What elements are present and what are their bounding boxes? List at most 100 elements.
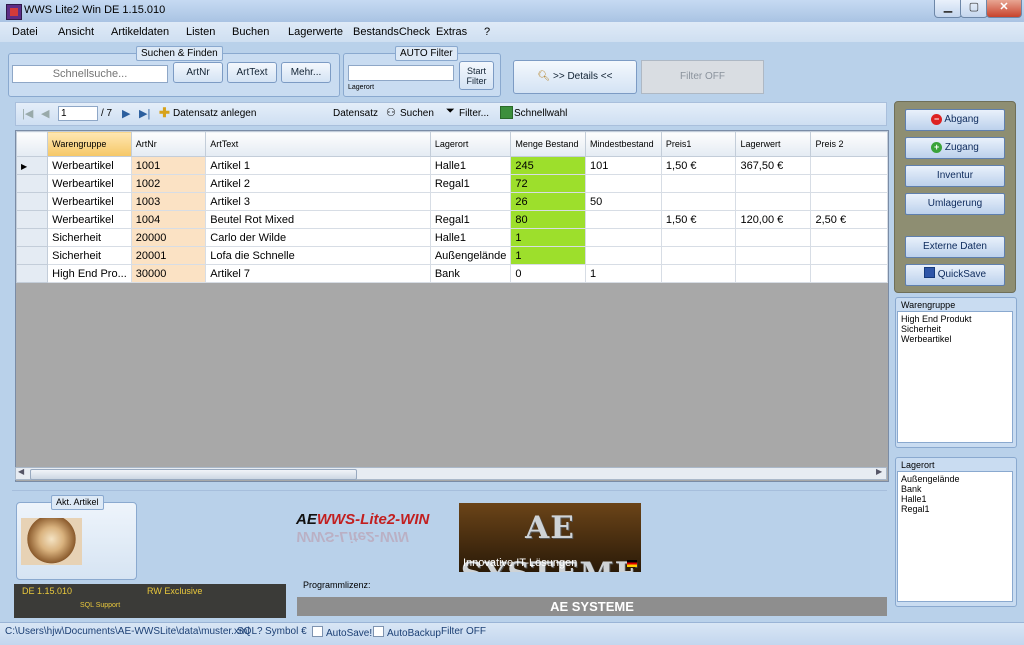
- grid-corner[interactable]: [15, 131, 49, 157]
- col-header-preis2[interactable]: Preis 2: [810, 131, 888, 157]
- quicksave-button[interactable]: QuickSave: [905, 264, 1005, 286]
- search-more-button[interactable]: Mehr...: [281, 62, 331, 83]
- table-cell[interactable]: [735, 174, 812, 193]
- table-cell[interactable]: 1004: [130, 210, 207, 229]
- filter-record-button[interactable]: Filter...: [459, 108, 489, 119]
- table-cell[interactable]: [735, 246, 812, 265]
- search-arttext-button[interactable]: ArtText: [227, 62, 277, 83]
- table-row[interactable]: Werbeartikel 1002 Artikel 2 Regal1 72: [15, 174, 888, 193]
- table-cell[interactable]: 20001: [130, 246, 207, 265]
- row-header[interactable]: [15, 264, 49, 283]
- table-cell[interactable]: 120,00 €: [735, 210, 812, 229]
- table-cell[interactable]: Werbeartikel: [47, 174, 132, 193]
- table-cell[interactable]: Bank: [429, 264, 512, 283]
- col-header-artnr[interactable]: ArtNr: [130, 131, 207, 157]
- row-header[interactable]: [15, 210, 49, 229]
- table-cell[interactable]: [585, 228, 662, 247]
- add-record-button[interactable]: Datensatz anlegen: [173, 108, 256, 119]
- table-cell[interactable]: Sicherheit: [47, 246, 132, 265]
- col-header-preis1[interactable]: Preis1: [660, 131, 737, 157]
- table-cell[interactable]: [810, 264, 888, 283]
- last-record-icon[interactable]: ▶|: [139, 107, 150, 120]
- next-record-icon[interactable]: ▶: [122, 107, 130, 120]
- table-cell[interactable]: 2,50 €: [810, 210, 888, 229]
- table-row[interactable]: ▶ Werbeartikel 1001 Artikel 1 Halle1 245 101 1,…: [15, 156, 888, 175]
- row-header[interactable]: [15, 192, 49, 211]
- record-position-input[interactable]: [58, 106, 98, 121]
- quick-search-input[interactable]: [12, 65, 168, 83]
- row-header[interactable]: [15, 174, 49, 193]
- table-cell[interactable]: Artikel 3: [205, 192, 431, 211]
- table-cell[interactable]: High End Pro...: [47, 264, 132, 283]
- table-cell[interactable]: Halle1: [429, 156, 512, 175]
- externe-daten-button[interactable]: Externe Daten: [905, 236, 1005, 258]
- table-cell[interactable]: 20000: [130, 228, 207, 247]
- table-cell[interactable]: 1,50 €: [660, 156, 737, 175]
- table-cell[interactable]: [585, 210, 662, 229]
- table-cell[interactable]: [660, 264, 737, 283]
- table-cell[interactable]: [735, 228, 812, 247]
- prev-record-icon[interactable]: ◀: [41, 107, 49, 120]
- list-item[interactable]: Außengelände: [901, 474, 1009, 484]
- table-cell[interactable]: Regal1: [429, 210, 512, 229]
- menu-ansicht[interactable]: Ansicht: [58, 26, 94, 38]
- list-item[interactable]: High End Produkt: [901, 314, 1009, 324]
- table-cell[interactable]: [660, 174, 737, 193]
- col-header-lagerwert[interactable]: Lagerwert: [735, 131, 812, 157]
- first-record-icon[interactable]: |◀: [22, 107, 33, 120]
- list-item[interactable]: Werbeartikel: [901, 334, 1009, 344]
- abgang-button[interactable]: − Abgang: [905, 109, 1005, 131]
- scrollbar-thumb[interactable]: [30, 469, 357, 480]
- table-cell[interactable]: 1001: [130, 156, 207, 175]
- table-cell[interactable]: [660, 228, 737, 247]
- col-header-menge[interactable]: Menge Bestand: [510, 131, 587, 157]
- table-cell[interactable]: [585, 246, 662, 265]
- scroll-right-icon[interactable]: ▶: [876, 467, 882, 476]
- table-row[interactable]: Sicherheit 20000 Carlo der Wilde Halle1 1: [15, 228, 888, 247]
- inventur-button[interactable]: Inventur: [905, 165, 1005, 187]
- col-header-mindestbestand[interactable]: Mindestbestand: [585, 131, 662, 157]
- list-item[interactable]: Regal1: [901, 504, 1009, 514]
- table-row[interactable]: Sicherheit 20001 Lofa die Schnelle Außengel…: [15, 246, 888, 265]
- start-filter-button[interactable]: Start Filter: [459, 61, 494, 90]
- table-row[interactable]: Werbeartikel 1003 Artikel 3 26 50: [15, 192, 888, 211]
- table-cell[interactable]: [810, 156, 888, 175]
- table-cell[interactable]: [810, 174, 888, 193]
- table-cell[interactable]: [660, 246, 737, 265]
- menu-buchen[interactable]: Buchen: [232, 26, 269, 38]
- autosave-checkbox[interactable]: [312, 626, 323, 637]
- col-header-warengruppe[interactable]: Warengruppe: [47, 131, 132, 157]
- menu-listen[interactable]: Listen: [186, 26, 215, 38]
- table-cell[interactable]: [735, 192, 812, 211]
- menu-lagerwerte[interactable]: Lagerwerte: [288, 26, 343, 38]
- table-cell[interactable]: 1: [585, 264, 662, 283]
- table-cell[interactable]: [660, 192, 737, 211]
- table-cell[interactable]: [810, 246, 888, 265]
- menu-bestandscheck[interactable]: BestandsCheck: [353, 26, 430, 38]
- search-artnr-button[interactable]: ArtNr: [173, 62, 223, 83]
- col-header-lagerort[interactable]: Lagerort: [429, 131, 512, 157]
- table-cell[interactable]: Beutel Rot Mixed: [205, 210, 431, 229]
- table-cell[interactable]: 30000: [130, 264, 207, 283]
- record-menu[interactable]: Datensatz: [333, 108, 378, 119]
- table-cell[interactable]: 367,50 €: [735, 156, 812, 175]
- table-cell[interactable]: 80: [510, 210, 587, 229]
- table-cell[interactable]: Sicherheit: [47, 228, 132, 247]
- table-cell[interactable]: Werbeartikel: [47, 192, 132, 211]
- row-header[interactable]: [15, 228, 49, 247]
- scroll-left-icon[interactable]: ◀: [18, 467, 24, 476]
- search-record-button[interactable]: Suchen: [400, 108, 434, 119]
- table-cell[interactable]: Artikel 1: [205, 156, 431, 175]
- list-item[interactable]: Bank: [901, 484, 1009, 494]
- list-item[interactable]: Sicherheit: [901, 324, 1009, 334]
- table-cell[interactable]: Werbeartikel: [47, 210, 132, 229]
- table-cell[interactable]: 26: [510, 192, 587, 211]
- row-header[interactable]: ▶: [15, 156, 49, 175]
- table-cell[interactable]: 1: [510, 246, 587, 265]
- table-cell[interactable]: Werbeartikel: [47, 156, 132, 175]
- table-cell[interactable]: [810, 192, 888, 211]
- table-cell[interactable]: 1: [510, 228, 587, 247]
- table-cell[interactable]: Lofa die Schnelle: [205, 246, 431, 265]
- table-cell[interactable]: Halle1: [429, 228, 512, 247]
- zugang-button[interactable]: + Zugang: [905, 137, 1005, 159]
